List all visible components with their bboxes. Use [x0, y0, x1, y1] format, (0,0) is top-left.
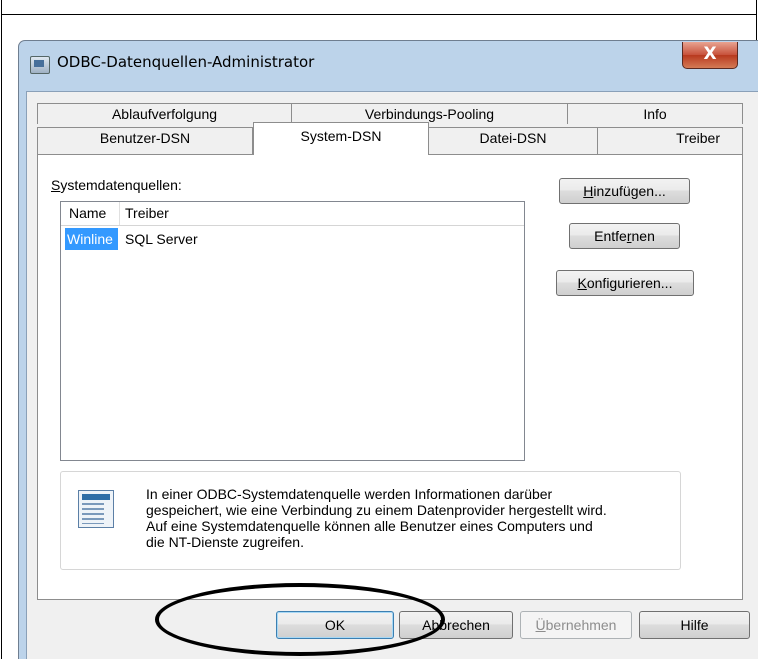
info-line: die NT-Dienste zugreifen.: [146, 534, 304, 550]
tab-treiber[interactable]: Treiber: [597, 127, 743, 155]
tab-ablaufverfolgung[interactable]: Ablaufverfolgung: [37, 103, 292, 124]
info-line: gespeichert, wie eine Verbindung zu eine…: [146, 502, 607, 518]
add-button[interactable]: Hinzufügen...: [559, 178, 690, 204]
tab-datei-dsn[interactable]: Datei-DSN: [428, 127, 598, 155]
info-text: In einer ODBC-Systemdatenquelle werden I…: [146, 486, 676, 550]
tab-label: Benutzer-DSN: [99, 130, 191, 146]
highlight-circle-annotation: [155, 583, 445, 656]
tab-label: Verbindungs-Pooling: [364, 106, 495, 122]
tab-system-dsn[interactable]: System-DSN: [253, 122, 429, 155]
data-source-list[interactable]: Name Treiber Winline SQL Server: [60, 201, 525, 461]
title-bar[interactable]: ODBC-Datenquellen-Administrator X: [19, 41, 758, 91]
info-line: Auf eine Systemdatenquelle können alle B…: [146, 518, 593, 534]
datasource-table-icon: [78, 490, 114, 528]
dsn-name: Winline: [65, 228, 118, 250]
configure-button[interactable]: Konfigurieren...: [556, 270, 694, 296]
column-divider[interactable]: [119, 202, 120, 225]
list-header: Name Treiber: [61, 202, 524, 226]
column-header-driver[interactable]: Treiber: [125, 205, 169, 221]
remove-button[interactable]: Entfernen: [569, 223, 680, 249]
column-header-name[interactable]: Name: [69, 205, 106, 221]
info-line: In einer ODBC-Systemdatenquelle werden I…: [146, 486, 553, 502]
dialog-client-area: Ablaufverfolgung Verbindungs-Pooling Inf…: [26, 91, 758, 659]
dsn-driver: SQL Server: [125, 231, 198, 247]
apply-button[interactable]: Übernehmen: [520, 611, 632, 639]
odbc-admin-window: ODBC-Datenquellen-Administrator X Ablauf…: [18, 40, 758, 659]
systemdatenquellen-label: Systemdatenquellen:: [51, 177, 182, 193]
close-button[interactable]: X: [682, 42, 738, 69]
system-dsn-panel: Systemdatenquellen: Name Treiber Winline…: [37, 154, 743, 600]
help-button[interactable]: Hilfe: [639, 611, 750, 639]
tab-label: Datei-DSN: [479, 130, 547, 146]
page-top-line: [2, 14, 756, 15]
odbc-app-icon: [30, 56, 50, 74]
info-box: In einer ODBC-Systemdatenquelle werden I…: [60, 471, 681, 570]
tab-info[interactable]: Info: [567, 103, 743, 124]
tab-verbindungs-pooling[interactable]: Verbindungs-Pooling: [291, 103, 568, 124]
tab-label: Info: [643, 106, 667, 122]
tab-label: System-DSN: [300, 128, 382, 144]
tab-benutzer-dsn[interactable]: Benutzer-DSN: [37, 127, 253, 155]
tab-label: Treiber: [676, 130, 720, 146]
list-item[interactable]: Winline SQL Server: [61, 228, 524, 250]
tab-label: Ablaufverfolgung: [111, 106, 218, 122]
window-title: ODBC-Datenquellen-Administrator: [57, 53, 315, 71]
